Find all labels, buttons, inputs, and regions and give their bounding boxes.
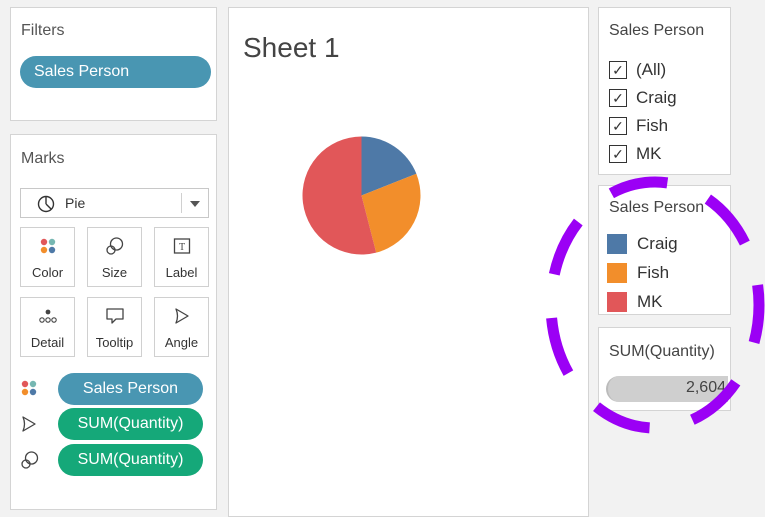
angle-icon [22,416,36,432]
filters-shelf: Filters Sales Person [10,7,217,121]
checkbox[interactable]: ✓ [609,61,627,79]
detail-button[interactable]: Detail [20,297,75,357]
size-button[interactable]: Size [87,227,142,287]
field-pill-label: SUM(Quantity) [77,415,184,432]
field-pill-label: SUM(Quantity) [77,451,184,468]
sheet-canvas: Sheet 1 [228,7,589,517]
label-icon: T [173,238,190,254]
detail-icon [38,309,57,323]
filter-option-label: (All) [636,60,667,79]
filter-option[interactable]: ✓ Fish [609,114,668,138]
tooltip-button[interactable]: Tooltip [87,297,142,357]
filter-option-label: Craig [636,88,677,107]
sheet-title: Sheet 1 [243,32,340,63]
field-pill-sum-quantity-size[interactable]: SUM(Quantity) [58,444,203,476]
color-button[interactable]: Color [20,227,75,287]
chevron-down-icon [190,201,200,207]
svg-text:T: T [178,242,184,253]
filter-option[interactable]: ✓ Craig [609,86,677,110]
tooltip-label: Tooltip [95,335,134,350]
filter-option-label: Fish [636,116,669,135]
color-label: Color [31,265,64,280]
filter-option[interactable]: ✓ (All) [609,58,666,82]
filter-card-title: Sales Person [609,22,705,39]
filter-pill-label: Sales Person [34,63,130,80]
label-button[interactable]: T Label [154,227,209,287]
filter-option-label: MK [636,144,662,163]
checkbox[interactable]: ✓ [609,145,627,163]
filter-option[interactable]: ✓ MK [609,142,662,166]
angle-icon [174,308,189,324]
label-label: Label [165,265,198,280]
color-dots-icon [40,238,55,254]
tooltip-icon [105,308,124,324]
field-pill-label: Sales Person [82,380,179,397]
checkbox[interactable]: ✓ [609,89,627,107]
size-icon [105,237,123,255]
mark-type-label: Pie [65,195,86,211]
mark-type-dropdown[interactable]: Pie [20,188,209,218]
color-dots-icon [21,380,37,396]
angle-label: Angle [164,335,199,350]
field-pill-sales-person[interactable]: Sales Person [58,373,203,405]
checkbox[interactable]: ✓ [609,117,627,135]
pie-chart[interactable] [299,133,424,258]
annotation-dashed-circle [545,176,765,434]
field-pill-sum-quantity-angle[interactable]: SUM(Quantity) [58,408,203,440]
marks-card: Marks Pie Color Size T Label Detail Tool… [10,134,217,510]
sales-person-filter-card: Sales Person ✓ (All) ✓ Craig ✓ Fish ✓ MK [598,7,731,175]
size-icon [21,451,39,469]
filter-pill-sales-person[interactable]: Sales Person [20,56,211,88]
filters-title: Filters [21,22,65,39]
detail-label: Detail [30,335,65,350]
angle-button[interactable]: Angle [154,297,209,357]
marks-title: Marks [21,150,65,167]
pie-mark-icon [37,195,55,213]
size-label: Size [101,265,128,280]
